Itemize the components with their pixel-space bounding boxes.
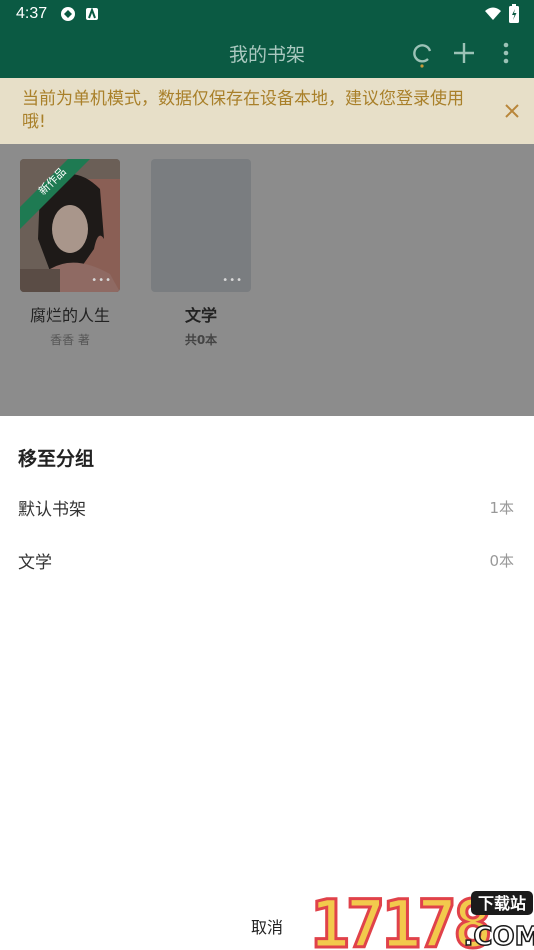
wifi-icon	[485, 7, 501, 20]
book-author: 香香 著	[50, 333, 90, 347]
more-options-icon[interactable]	[491, 38, 521, 68]
sheet-title: 移至分组	[18, 448, 95, 470]
group-menu-dots-icon[interactable]: •••	[222, 275, 243, 286]
svg-text:17178: 17178	[310, 887, 489, 950]
group-option-count: 1本	[489, 499, 514, 517]
group-option-name: 默认书架	[18, 500, 86, 520]
book-title: 腐烂的人生	[29, 306, 110, 325]
group-option-name: 文学	[18, 553, 52, 573]
group-option-default[interactable]: 默认书架 1本	[0, 482, 534, 532]
book-item[interactable]: 新作品 ••• 腐烂的人生 香香 著	[20, 159, 120, 348]
cover-image	[20, 159, 120, 292]
group-option-literature[interactable]: 文学 0本	[0, 535, 534, 585]
move-to-group-sheet: 移至分组 默认书架 1本 文学 0本 取消	[0, 416, 534, 950]
refresh-icon[interactable]	[407, 38, 437, 68]
group-option-count: 0本	[489, 552, 514, 570]
app-bar: 我的书架	[0, 28, 534, 78]
group-folder-name: 文学	[184, 306, 217, 325]
close-notice-icon[interactable]	[504, 103, 520, 119]
group-folder-cover[interactable]: •••	[151, 159, 251, 292]
status-time: 4:37	[16, 5, 48, 22]
site-watermark-logo: 17178 下载站 .COM	[308, 885, 534, 950]
svg-text:.COM: .COM	[464, 922, 534, 950]
offline-mode-notice: 当前为单机模式，数据仅保存在设备本地，建议您登录使用哦!	[0, 78, 534, 144]
book-cover[interactable]: 新作品 •••	[20, 159, 120, 292]
notice-text: 当前为单机模式，数据仅保存在设备本地，建议您登录使用哦!	[22, 89, 464, 132]
watermark-graphic: 17178 下载站 .COM	[309, 885, 534, 950]
battery-icon	[509, 4, 519, 23]
add-icon[interactable]	[449, 38, 479, 68]
sync-status-icon	[61, 7, 75, 21]
book-menu-dots-icon[interactable]: •••	[91, 275, 112, 286]
svg-text:下载站: 下载站	[478, 894, 526, 913]
status-bar: 4:37	[0, 0, 534, 28]
cancel-button[interactable]: 取消	[217, 904, 317, 940]
group-folder-count: 共0本	[184, 333, 218, 347]
group-folder-item[interactable]: ••• 文学 共0本	[151, 159, 251, 348]
app-notification-icon	[86, 7, 98, 20]
bookshelf-grid: 新作品 ••• 腐烂的人生 香香 著 ••• 文学 共0本	[0, 144, 534, 416]
